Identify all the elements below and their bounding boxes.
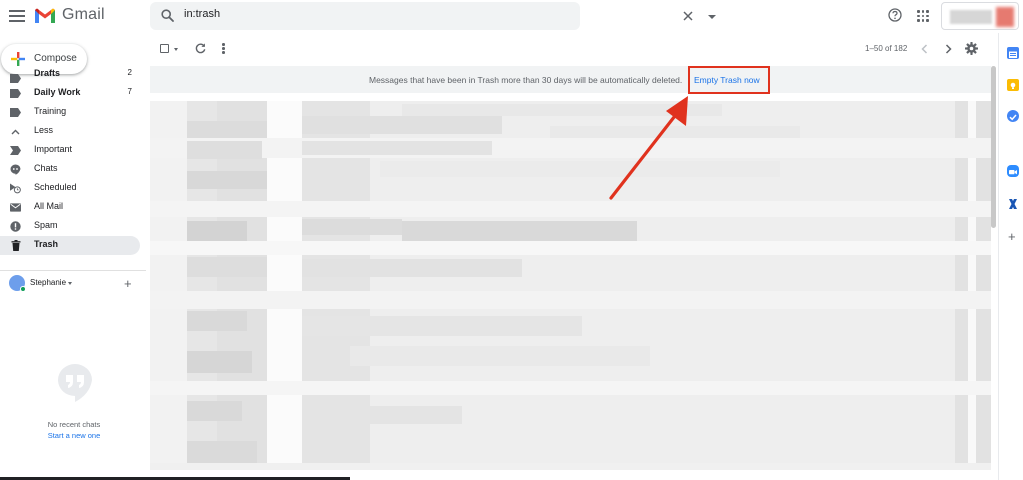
main-menu-icon[interactable] [9, 8, 25, 22]
sidebar-item-count: 7 [127, 87, 132, 96]
get-addons-plus-icon[interactable]: + [1008, 229, 1016, 244]
sidebar-item-spam[interactable]: Spam [0, 217, 140, 236]
account-button[interactable] [941, 2, 1019, 30]
sidebar-item-daily-work[interactable]: Daily Work 7 [0, 84, 140, 103]
clear-search-icon[interactable] [683, 11, 693, 21]
google-apps-icon[interactable] [917, 10, 929, 22]
top-bar: Gmail [0, 0, 1023, 33]
label-icon [10, 88, 21, 99]
sidebar-item-important[interactable]: Important [0, 141, 140, 160]
user-name: Stephanie [30, 278, 67, 287]
online-status-icon [20, 286, 26, 292]
zoom-icon[interactable] [1007, 165, 1019, 177]
help-icon[interactable] [888, 8, 902, 22]
scrollbar-thumb[interactable] [991, 66, 996, 228]
gmail-app: Gmail in:trash Compose Drafts 2 Daily Wo… [0, 0, 1023, 480]
addon-icon[interactable] [1007, 197, 1019, 209]
important-icon [10, 145, 21, 156]
sidebar-item-chats[interactable]: Chats [0, 160, 140, 179]
compose-plus-icon [11, 52, 25, 66]
avatar [996, 7, 1014, 27]
sidebar-item-label: Spam [34, 220, 58, 230]
list-scrollbar[interactable] [990, 66, 996, 470]
gmail-m-icon [35, 8, 55, 23]
trash-notice-banner: Messages that have been in Trash more th… [150, 66, 991, 93]
select-options-chevron-icon[interactable] [174, 48, 178, 51]
spam-icon [10, 221, 21, 232]
add-chat-icon[interactable]: + [124, 276, 132, 291]
mail-toolbar: 1–50 of 182 [150, 38, 995, 60]
account-logo-redacted [950, 10, 992, 24]
drafts-icon [10, 73, 21, 84]
hangouts-user-menu[interactable]: Stephanie [9, 275, 139, 293]
sidebar-item-count: 2 [127, 68, 132, 77]
sidebar-item-label: Daily Work [34, 87, 81, 97]
sidebar-item-label: Training [34, 106, 67, 116]
sidebar-nav: Drafts 2 Daily Work 7 Training Less Impo… [0, 68, 140, 255]
scheduled-icon [10, 183, 21, 194]
label-icon [10, 107, 21, 118]
sidebar-item-label: Less [34, 125, 54, 135]
compose-label: Compose [34, 53, 77, 64]
sidebar-item-training[interactable]: Training [0, 103, 140, 122]
search-input[interactable] [184, 8, 514, 20]
message-list-redacted [150, 101, 991, 470]
trash-icon [10, 240, 21, 251]
sidebar-item-label: Scheduled [34, 182, 77, 192]
tasks-icon[interactable] [1007, 110, 1019, 122]
all-mail-icon [10, 202, 21, 213]
sidebar-item-drafts[interactable]: Drafts 2 [0, 68, 140, 84]
calendar-icon[interactable] [1007, 47, 1019, 59]
search-bar [150, 2, 716, 30]
trash-notice-text: Messages that have been in Trash more th… [369, 75, 683, 85]
start-new-chat-link[interactable]: Start a new one [0, 431, 148, 440]
search-icon[interactable] [161, 9, 174, 22]
gmail-logo-text: Gmail [62, 6, 105, 23]
chats-icon [10, 164, 21, 175]
hangouts-icon [58, 364, 92, 402]
sidebar-item-scheduled[interactable]: Scheduled [0, 179, 140, 198]
sidebar-item-less[interactable]: Less [0, 122, 140, 141]
sidebar-item-label: Important [34, 144, 73, 154]
sidebar-item-trash[interactable]: Trash [0, 236, 140, 255]
sidebar-item-label: All Mail [34, 201, 64, 211]
sidebar-divider [0, 270, 146, 271]
chevron-right-icon[interactable] [945, 44, 952, 54]
chevron-left-icon[interactable] [921, 44, 928, 54]
select-all-checkbox[interactable] [160, 44, 169, 53]
sidebar-item-all-mail[interactable]: All Mail [0, 198, 140, 217]
empty-trash-now-link[interactable]: Empty Trash now [694, 75, 760, 85]
search-options-dropdown-icon[interactable] [708, 15, 716, 19]
pagination-count: 1–50 of 182 [865, 44, 908, 53]
keep-icon[interactable] [1007, 79, 1019, 91]
sidebar-item-label: Chats [34, 163, 58, 173]
sidebar-item-label: Drafts [34, 68, 61, 78]
more-options-icon[interactable] [222, 43, 226, 54]
no-chats-text: No recent chats [47, 420, 101, 429]
chevron-up-icon [10, 126, 21, 137]
side-panel-rail: + [998, 33, 1023, 480]
settings-gear-icon[interactable] [965, 42, 978, 55]
sidebar-item-label: Trash [34, 239, 59, 249]
gmail-logo[interactable]: Gmail [34, 6, 105, 24]
refresh-icon[interactable] [195, 43, 206, 54]
chevron-down-icon [68, 282, 72, 285]
